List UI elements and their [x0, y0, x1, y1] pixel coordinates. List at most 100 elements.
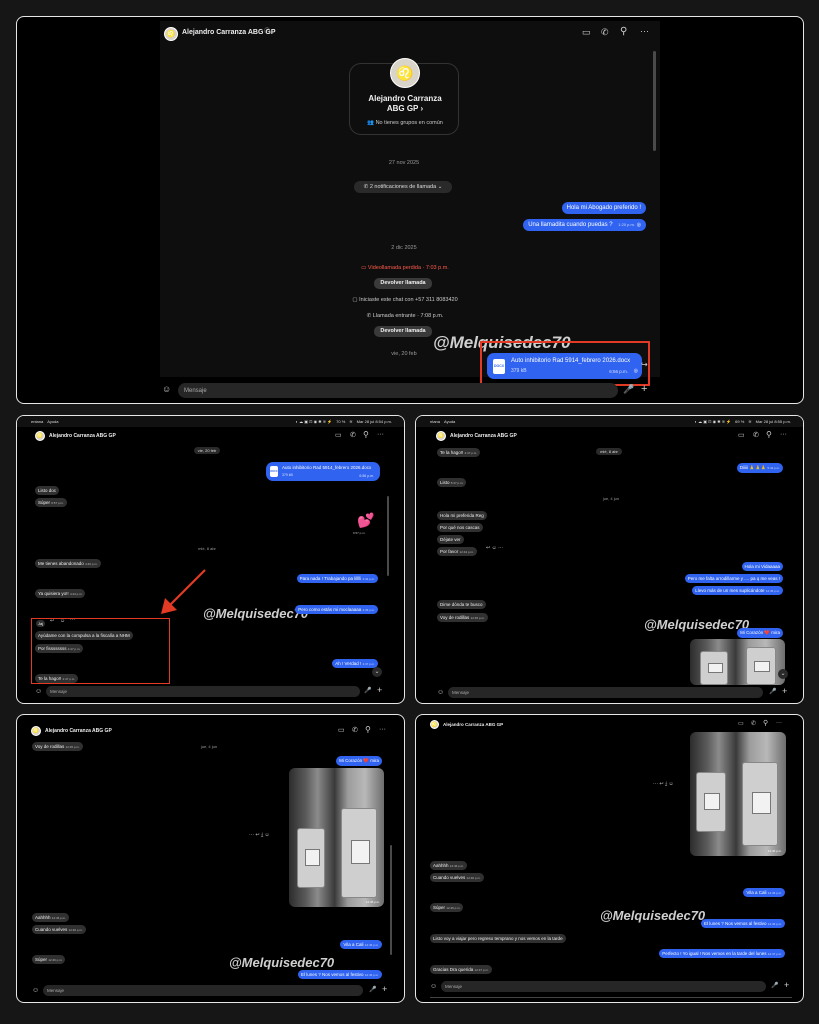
contact-name[interactable]: Alejandro Carranza ABG GP	[450, 433, 517, 439]
menubar-help[interactable]: Ayuda	[47, 419, 58, 424]
status-icons: ◐ ☁ ▣ ⊡ ◉ ✱ ≋ ⚡	[694, 419, 732, 424]
attach-plus-icon[interactable]: +	[782, 687, 787, 696]
message-input[interactable]: Mensaje	[441, 981, 766, 992]
incoming-message: Por qué nos cascas	[437, 523, 483, 532]
profile-avatar[interactable]: ♌	[390, 58, 420, 88]
photo-message[interactable]: 12:45 p.m.	[690, 732, 786, 856]
profile-name-line1[interactable]: Alejandro Carranza	[350, 94, 460, 104]
message-text: Una llamadita cuando puedas ?	[528, 222, 613, 228]
scroll-down-icon[interactable]: ⌄	[372, 667, 382, 677]
photo-message[interactable]	[690, 639, 785, 685]
contact-name[interactable]: Alejandro Carranza ABG GP	[49, 433, 116, 439]
search-icon[interactable]: ⚲	[365, 726, 371, 734]
message-input[interactable]: Mensaje	[448, 687, 763, 698]
forward-icon[interactable]: ↪	[641, 361, 648, 369]
emoji-icon[interactable]: ☺	[35, 688, 42, 695]
contact-name[interactable]: Alejandro Carranza ABG GP	[45, 728, 112, 734]
reply-icon[interactable]: ↩	[50, 619, 54, 624]
attach-plus-icon[interactable]: +	[641, 384, 647, 395]
incoming-message: Por fissssssss 4:47 p.m.	[35, 644, 84, 653]
document-message[interactable]: DOCX Auto inhibitorio Rad 5914_febrero 2…	[487, 353, 642, 379]
attach-plus-icon[interactable]: +	[382, 985, 387, 994]
phone-icon[interactable]: ✆	[601, 28, 609, 37]
microphone-icon[interactable]: 🎤	[769, 689, 776, 695]
search-icon[interactable]: ⚲	[620, 27, 627, 37]
more-icon[interactable]: ···	[780, 431, 787, 438]
phone-icon[interactable]: ✆	[350, 432, 356, 439]
more-icon[interactable]: ···	[776, 720, 782, 726]
video-call-icon[interactable]: ▭	[335, 432, 342, 439]
phone-icon[interactable]: ✆	[352, 727, 358, 734]
search-icon[interactable]: ⚲	[763, 720, 768, 727]
incoming-message: Te la hago!! 4:47 p.m.	[35, 674, 79, 683]
incoming-message: Listo 5:37 p.m.	[437, 478, 467, 487]
read-receipt-icon: ◎	[636, 222, 641, 228]
more-icon[interactable]: ···	[640, 27, 649, 36]
date-separator: mié, 8 abr	[596, 448, 622, 455]
incoming-message: Dime dónda te busco	[437, 600, 486, 609]
emoji-icon[interactable]: ☺	[162, 385, 171, 394]
return-call-button[interactable]: Devolver llamada	[374, 326, 432, 337]
incoming-message: Déjate ver	[437, 535, 464, 544]
more-icon[interactable]: ···	[70, 618, 75, 623]
call-notifications-pill[interactable]: ✆ 2 notificaciones de llamada ⌄	[354, 181, 452, 193]
video-call-icon[interactable]: ▭	[738, 721, 744, 727]
contact-avatar[interactable]: ♌	[436, 431, 446, 441]
scrollbar[interactable]	[653, 51, 656, 151]
incoming-message: Súper 12:46 p.m.	[32, 955, 66, 964]
incoming-message: Hola mi preferida Reg	[437, 511, 487, 520]
return-call-button[interactable]: Devolver llamada	[374, 278, 432, 289]
document-message[interactable]: DOCX Auto inhibitorio Rad 5914_febrero 2…	[266, 462, 380, 481]
scrollbar[interactable]	[390, 845, 392, 955]
message-input[interactable]: Mensaje	[43, 985, 363, 996]
contact-avatar[interactable]: ♌	[35, 431, 45, 441]
battery-level: 70 %	[336, 419, 346, 424]
attach-plus-icon[interactable]: +	[377, 686, 382, 695]
contact-name[interactable]: Alejandro Carranza ABG GP	[182, 29, 276, 36]
phone-icon[interactable]: ✆	[751, 721, 756, 727]
contact-name[interactable]: Alejandro Carranza ABG GP	[443, 722, 503, 727]
emoji-icon[interactable]: ☺	[437, 689, 444, 696]
more-icon[interactable]: ···	[379, 726, 386, 733]
profile-name-line2[interactable]: ABG GP	[387, 104, 418, 113]
attach-plus-icon[interactable]: +	[784, 981, 789, 990]
more-icon[interactable]: ···	[377, 431, 384, 438]
react-icon[interactable]: ☺	[60, 619, 65, 624]
message-input[interactable]: Mensaje	[178, 383, 618, 398]
emoji-icon[interactable]: ☺	[430, 983, 437, 990]
reaction-label[interactable]: Jaj	[36, 620, 46, 627]
photo-message[interactable]: 12:45 p.m.	[289, 768, 384, 907]
emoji-icon[interactable]: ☺	[32, 987, 39, 994]
date-separator: mié, 8 abr	[198, 546, 216, 551]
video-call-icon[interactable]: ▭	[338, 727, 345, 734]
menubar-help[interactable]: Ayuda	[444, 419, 455, 424]
microphone-icon[interactable]: 🎤	[364, 688, 371, 694]
contact-avatar[interactable]: ♌	[31, 726, 41, 736]
menubar-app[interactable]: entana	[31, 419, 43, 424]
scrollbar[interactable]	[387, 496, 389, 576]
microphone-icon[interactable]: 🎤	[623, 385, 634, 394]
photo-actions-icons[interactable]: ··· ↩ ⤓ ☺	[653, 782, 674, 787]
reply-icon[interactable]: ↩ ☺ ···	[486, 546, 503, 551]
outgoing-message: Una llamadita cuando puedas ? 1:20 p.m. …	[523, 219, 646, 231]
outgoing-message: Vila a Cali 12:46 p.m.	[743, 888, 785, 897]
wifi-icon: ≋	[748, 419, 752, 424]
photo-actions-icons[interactable]: ··· ↩ ⤓ ☺	[249, 833, 270, 838]
menubar-app[interactable]: ntana	[430, 419, 440, 424]
verified-icon: ⓘ	[264, 29, 271, 35]
outgoing-message: Mi Corazón ❤️ mira	[336, 756, 382, 766]
message-time: 1:20 p.m.	[618, 222, 635, 227]
microphone-icon[interactable]: 🎤	[771, 983, 778, 989]
microphone-icon[interactable]: 🎤	[369, 987, 376, 993]
date-separator: 27 nov 2025	[388, 160, 420, 166]
search-icon[interactable]: ⚲	[363, 431, 369, 439]
search-icon[interactable]: ⚲	[766, 431, 772, 439]
message-input[interactable]: Mensaje	[46, 686, 360, 697]
contact-avatar[interactable]: ♌	[164, 27, 178, 41]
video-call-icon[interactable]: ▭	[582, 28, 591, 37]
video-call-icon[interactable]: ▭	[738, 432, 745, 439]
chevron-right-icon[interactable]: ›	[420, 104, 423, 113]
phone-icon[interactable]: ✆	[753, 432, 759, 439]
contact-avatar[interactable]: ♌	[430, 720, 439, 729]
scroll-down-icon[interactable]: ⌄	[778, 669, 788, 679]
